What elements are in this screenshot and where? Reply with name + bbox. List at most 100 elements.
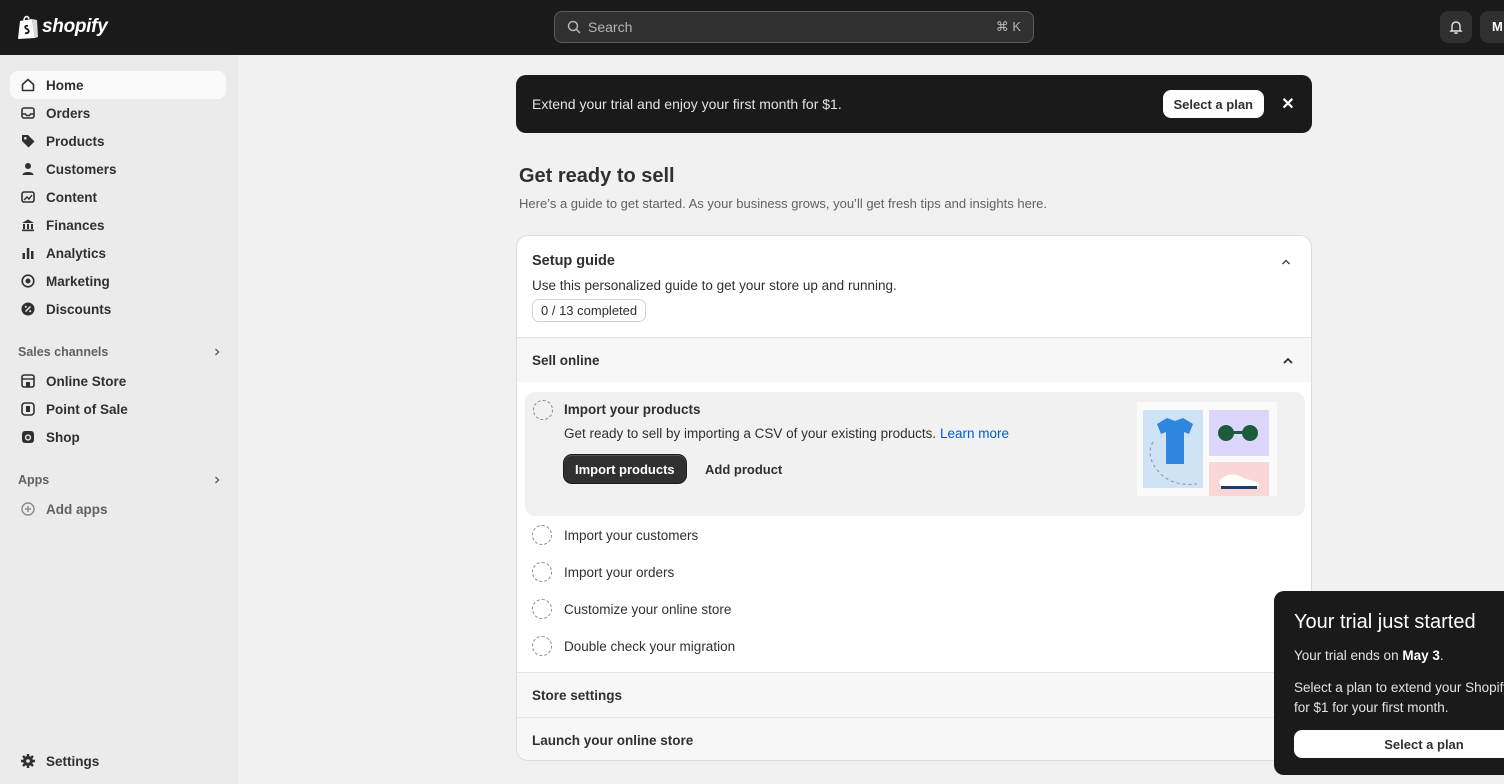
setup-guide-card: Setup guide Use this personalized guide … [516, 235, 1312, 761]
sidebar-item-products[interactable]: Products [10, 127, 226, 155]
task-status-circle[interactable] [532, 599, 552, 619]
setup-guide-description: Use this personalized guide to get your … [532, 278, 897, 293]
products-illustration [1137, 402, 1277, 496]
sidebar-item-label: Discounts [46, 301, 112, 317]
sidebar-item-finances[interactable]: Finances [10, 211, 226, 239]
task-import-customers[interactable]: Import your customers [532, 523, 698, 547]
shopify-bag-icon [18, 15, 38, 39]
shopify-logo[interactable]: shopify [17, 14, 108, 40]
sidebar-item-label: Settings [46, 753, 100, 769]
chevron-right-icon [215, 348, 220, 356]
task-description: Get ready to sell by importing a CSV of … [564, 426, 1009, 441]
sidebar-item-customers[interactable]: Customers [10, 155, 226, 183]
sales-channels-header[interactable]: Sales channels [18, 345, 222, 359]
sidebar-item-analytics[interactable]: Analytics [10, 239, 226, 267]
sales-channels-title: Sales channels [18, 345, 109, 359]
add-apps-label: Add apps [46, 501, 108, 517]
inbox-icon [21, 107, 35, 119]
popover-select-plan-button[interactable]: Select a plan [1294, 730, 1504, 758]
section-store-settings[interactable]: Store settings [517, 672, 1311, 717]
sidebar-item-label: Content [46, 189, 97, 205]
chevron-up-icon[interactable] [1280, 256, 1292, 268]
sidebar-item-label: Point of Sale [46, 401, 128, 417]
task-customize-store[interactable]: Customize your online store [532, 597, 731, 621]
section-launch-store[interactable]: Launch your online store [517, 717, 1311, 760]
popover-message-line: Select a plan to extend your Shopify [1294, 680, 1504, 695]
bank-icon [22, 219, 34, 232]
popover-message: Select a plan to extend your Shopify for… [1294, 678, 1504, 718]
task-status-circle[interactable] [533, 400, 553, 420]
sidebar-item-discounts[interactable]: Discounts [10, 295, 226, 323]
trial-banner: Extend your trial and enjoy your first m… [516, 75, 1312, 133]
trial-banner-text: Extend your trial and enjoy your first m… [532, 96, 842, 112]
task-title: Import your products [564, 402, 701, 417]
trial-end-date: May 3 [1402, 648, 1440, 663]
sidebar-item-content[interactable]: Content [10, 183, 226, 211]
search-icon [567, 20, 581, 34]
shop-icon [22, 431, 34, 443]
sidebar-item-label: Home [46, 77, 84, 93]
plus-circle-icon [21, 502, 35, 516]
chevron-right-icon [215, 476, 220, 484]
section-title: Store settings [532, 687, 623, 703]
sidebar-item-shop[interactable]: Shop [10, 423, 226, 451]
notifications-button[interactable] [1440, 11, 1472, 43]
tag-icon [22, 135, 35, 148]
sidebar-item-label: Orders [46, 105, 91, 121]
sidebar-item-home[interactable]: Home [10, 71, 226, 99]
add-apps-button[interactable]: Add apps [10, 495, 226, 523]
trial-popover: Your trial just started Your trial ends … [1274, 591, 1504, 775]
section-title: Sell online [532, 352, 600, 368]
sidebar-item-orders[interactable]: Orders [10, 99, 226, 127]
page-title: Get ready to sell [519, 165, 675, 187]
page-subtitle: Here’s a guide to get started. As your b… [519, 196, 1047, 211]
task-title: Double check your migration [564, 638, 736, 654]
search-shortcut: ⌘ K [995, 19, 1021, 34]
sidebar-item-label: Shop [46, 429, 80, 445]
store-icon [21, 374, 35, 388]
gear-icon [21, 754, 35, 768]
sidebar-item-label: Online Store [46, 373, 127, 389]
sidebar: Home Orders Products Customers Content F… [0, 55, 238, 784]
task-status-circle[interactable] [532, 636, 552, 656]
sidebar-item-online-store[interactable]: Online Store [10, 367, 226, 395]
sidebar-item-label: Finances [46, 217, 105, 233]
learn-more-link[interactable]: Learn more [940, 426, 1009, 441]
import-products-button[interactable]: Import products [564, 455, 686, 483]
setup-guide-title: Setup guide [532, 253, 615, 269]
task-status-circle[interactable] [532, 562, 552, 582]
person-icon [22, 163, 34, 175]
task-description-text: Get ready to sell by importing a CSV of … [564, 426, 937, 441]
popover-title: Your trial just started [1294, 611, 1476, 633]
top-bar: shopify Search ⌘ K M [0, 0, 1504, 55]
chevron-up-icon [1283, 357, 1293, 364]
task-check-migration[interactable]: Double check your migration [532, 634, 735, 658]
bell-icon [1449, 21, 1463, 34]
progress-badge: 0 / 13 completed [532, 299, 647, 322]
trial-end-suffix: . [1439, 648, 1444, 663]
apps-header[interactable]: Apps [18, 473, 222, 487]
popover-message-line: for $1 for your first month. [1294, 700, 1449, 715]
sidebar-item-point-of-sale[interactable]: Point of Sale [10, 395, 226, 423]
task-title: Import your orders [564, 564, 675, 580]
sidebar-item-label: Analytics [46, 245, 107, 261]
sidebar-item-label: Customers [46, 161, 117, 177]
sidebar-item-settings[interactable]: Settings [10, 747, 226, 775]
search-input[interactable]: Search ⌘ K [554, 11, 1034, 43]
home-icon [21, 78, 35, 92]
sidebar-item-marketing[interactable]: Marketing [10, 267, 226, 295]
task-import-orders[interactable]: Import your orders [532, 560, 674, 584]
bar-chart-icon [22, 248, 34, 259]
section-title: Launch your online store [532, 732, 694, 748]
close-icon[interactable]: ✕ [1280, 94, 1296, 114]
avatar[interactable]: M [1480, 11, 1504, 43]
section-sell-online[interactable]: Sell online [517, 337, 1311, 382]
task-title: Import your customers [564, 527, 699, 543]
task-status-circle[interactable] [532, 525, 552, 545]
add-product-button[interactable]: Add product [705, 462, 782, 477]
target-icon [21, 274, 35, 288]
trial-end-text: Your trial ends on May 3. [1294, 648, 1494, 663]
select-plan-button[interactable]: Select a plan [1162, 90, 1264, 118]
sidebar-item-label: Marketing [46, 273, 110, 289]
trial-end-prefix: Your trial ends on [1294, 648, 1403, 663]
